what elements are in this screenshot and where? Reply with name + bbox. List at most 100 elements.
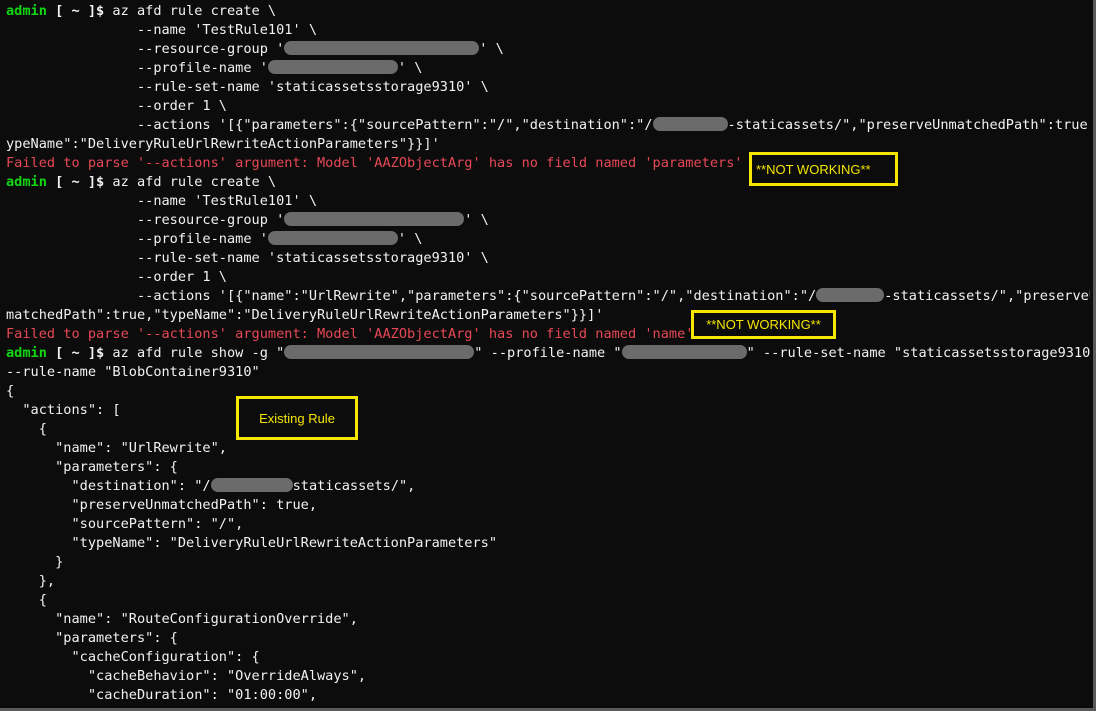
- terminal-text: "typeName": "DeliveryRuleUrlRewriteActio…: [6, 535, 498, 551]
- terminal-line: }: [6, 553, 1090, 572]
- terminal-line: --name 'TestRule101' \: [6, 21, 1090, 40]
- terminal-text: }: [6, 554, 64, 570]
- terminal-text: "preserveUnmatchedPath": true,: [6, 497, 317, 513]
- error-message: Failed to parse '--actions' argument: Mo…: [6, 155, 743, 171]
- terminal-text: ' \: [397, 60, 423, 76]
- terminal-text: --order 1 \: [6, 269, 227, 285]
- terminal-text: --actions '[{"parameters":{"sourcePatter…: [6, 117, 653, 133]
- terminal-line: admin [ ~ ]$ az afd rule show -g " " --pr…: [6, 344, 1090, 363]
- terminal-text: staticassets/",: [292, 478, 416, 494]
- terminal-text: --order 1 \: [6, 98, 227, 114]
- terminal-line: --rule-set-name 'staticassetsstorage9310…: [6, 78, 1090, 97]
- terminal-text: -staticassets/","preserveUnmatchedPath":…: [727, 117, 1090, 133]
- terminal-line: "destination": "/ staticassets/",: [6, 477, 1090, 496]
- not-working-callout-1: **NOT WORKING**: [749, 152, 898, 186]
- terminal-text: az afd rule create \: [112, 3, 277, 19]
- terminal-text: "sourcePattern": "/",: [6, 516, 244, 532]
- not-working-callout-2: **NOT WORKING**: [691, 310, 836, 339]
- terminal-line: "parameters": {: [6, 458, 1090, 477]
- redacted-value: [210, 477, 293, 492]
- terminal-text: -staticassets/","preserveUn: [884, 288, 1090, 304]
- terminal-output: admin [ ~ ]$ az afd rule create \ --name…: [6, 2, 1090, 705]
- terminal-text: ypeName":"DeliveryRuleUrlRewriteActionPa…: [6, 136, 440, 152]
- terminal-text: },: [6, 573, 56, 589]
- terminal-line: --profile-name ' ' \: [6, 230, 1090, 249]
- terminal-line: --resource-group ' ' \: [6, 40, 1090, 59]
- terminal-text: " --profile-name ": [474, 345, 622, 361]
- terminal-text: --rule-set-name 'staticassetsstorage9310…: [6, 250, 489, 266]
- redacted-value: [284, 40, 480, 55]
- terminal-text: --rule-set-name 'staticassetsstorage9310…: [6, 79, 489, 95]
- shell-prompt: admin: [6, 174, 47, 190]
- terminal-text: {: [6, 592, 47, 608]
- terminal-line: "typeName": "DeliveryRuleUrlRewriteActio…: [6, 534, 1090, 553]
- terminal-line: --name 'TestRule101' \: [6, 192, 1090, 211]
- terminal-text: {: [6, 421, 47, 437]
- terminal-line: {: [6, 420, 1090, 439]
- shell-prompt: [ ~ ]$: [46, 3, 113, 19]
- terminal-text: --profile-name ': [6, 60, 268, 76]
- screenshot: admin [ ~ ]$ az afd rule create \ --name…: [0, 0, 1097, 714]
- terminal-text: ' \: [464, 212, 489, 228]
- terminal-text: "name": "RouteConfigurationOverride",: [6, 611, 358, 627]
- terminal-line: Failed to parse '--actions' argument: Mo…: [6, 154, 1090, 173]
- terminal-text: {: [6, 383, 15, 399]
- existing-rule-label: Existing Rule: [259, 410, 335, 426]
- terminal-text: --actions '[{"name":"UrlRewrite","parame…: [6, 288, 817, 304]
- terminal-line: --rule-set-name 'staticassetsstorage9310…: [6, 249, 1090, 268]
- terminal-line: "cacheConfiguration": {: [6, 648, 1090, 667]
- terminal-line: Failed to parse '--actions' argument: Mo…: [6, 325, 1090, 344]
- not-working-label-2: **NOT WORKING**: [706, 317, 821, 332]
- terminal-line: matchedPath":true,"typeName":"DeliveryRu…: [6, 306, 1090, 325]
- redacted-value: [816, 287, 885, 302]
- terminal-line: "actions": [: [6, 401, 1090, 420]
- terminal-line: },: [6, 572, 1090, 591]
- terminal-line: {: [6, 591, 1090, 610]
- terminal-line: {: [6, 382, 1090, 401]
- terminal-text: "parameters": {: [6, 459, 178, 475]
- terminal-text: "name": "UrlRewrite",: [6, 440, 227, 456]
- terminal-line: "preserveUnmatchedPath": true,: [6, 496, 1090, 515]
- redacted-value: [267, 59, 398, 74]
- terminal-line: "name": "UrlRewrite",: [6, 439, 1090, 458]
- redacted-value: [267, 230, 398, 245]
- terminal-window[interactable]: admin [ ~ ]$ az afd rule create \ --name…: [0, 0, 1096, 711]
- terminal-line: "parameters": {: [6, 629, 1090, 648]
- terminal-line: --actions '[{"name":"UrlRewrite","parame…: [6, 287, 1090, 306]
- terminal-line: --order 1 \: [6, 268, 1090, 287]
- terminal-text: az afd rule create \: [112, 174, 277, 190]
- terminal-text: --name 'TestRule101' \: [6, 193, 317, 209]
- shell-prompt: [ ~ ]$: [46, 345, 113, 361]
- terminal-line: --actions '[{"parameters":{"sourcePatter…: [6, 116, 1090, 135]
- terminal-text: "cacheDuration": "01:00:00",: [6, 687, 317, 703]
- terminal-line: --profile-name ' ' \: [6, 59, 1090, 78]
- terminal-line: admin [ ~ ]$ az afd rule create \: [6, 2, 1090, 21]
- terminal-text: matchedPath":true,"typeName":"DeliveryRu…: [6, 307, 604, 323]
- shell-prompt: admin: [6, 3, 47, 19]
- terminal-text: "cacheConfiguration": {: [6, 649, 260, 665]
- terminal-text: "parameters": {: [6, 630, 178, 646]
- terminal-text: --resource-group ': [6, 212, 285, 228]
- terminal-line: "sourcePattern": "/",: [6, 515, 1090, 534]
- terminal-text: az afd rule show -g ": [112, 345, 285, 361]
- existing-rule-callout: Existing Rule: [236, 396, 358, 440]
- terminal-text: "actions": [: [6, 402, 121, 418]
- terminal-line: --order 1 \: [6, 97, 1090, 116]
- terminal-text: "cacheBehavior": "OverrideAlways",: [6, 668, 367, 684]
- not-working-label-1: **NOT WORKING**: [756, 161, 871, 177]
- terminal-text: ' \: [479, 41, 504, 57]
- terminal-line: admin [ ~ ]$ az afd rule create \: [6, 173, 1090, 192]
- terminal-text: --rule-name "BlobContainer9310": [6, 364, 260, 380]
- shell-prompt: admin: [6, 345, 47, 361]
- terminal-line: "name": "RouteConfigurationOverride",: [6, 610, 1090, 629]
- terminal-line: "cacheDuration": "01:00:00",: [6, 686, 1090, 705]
- terminal-line: "cacheBehavior": "OverrideAlways",: [6, 667, 1090, 686]
- terminal-line: ypeName":"DeliveryRuleUrlRewriteActionPa…: [6, 135, 1090, 154]
- terminal-text: "destination": "/: [6, 478, 211, 494]
- terminal-text: --resource-group ': [6, 41, 285, 57]
- terminal-text: ' \: [397, 231, 423, 247]
- terminal-text: " --rule-set-name "staticassetsstorage93…: [746, 345, 1090, 361]
- redacted-value: [284, 344, 475, 359]
- error-message: Failed to parse '--actions' argument: Mo…: [6, 326, 694, 342]
- terminal-text: --name 'TestRule101' \: [6, 22, 317, 38]
